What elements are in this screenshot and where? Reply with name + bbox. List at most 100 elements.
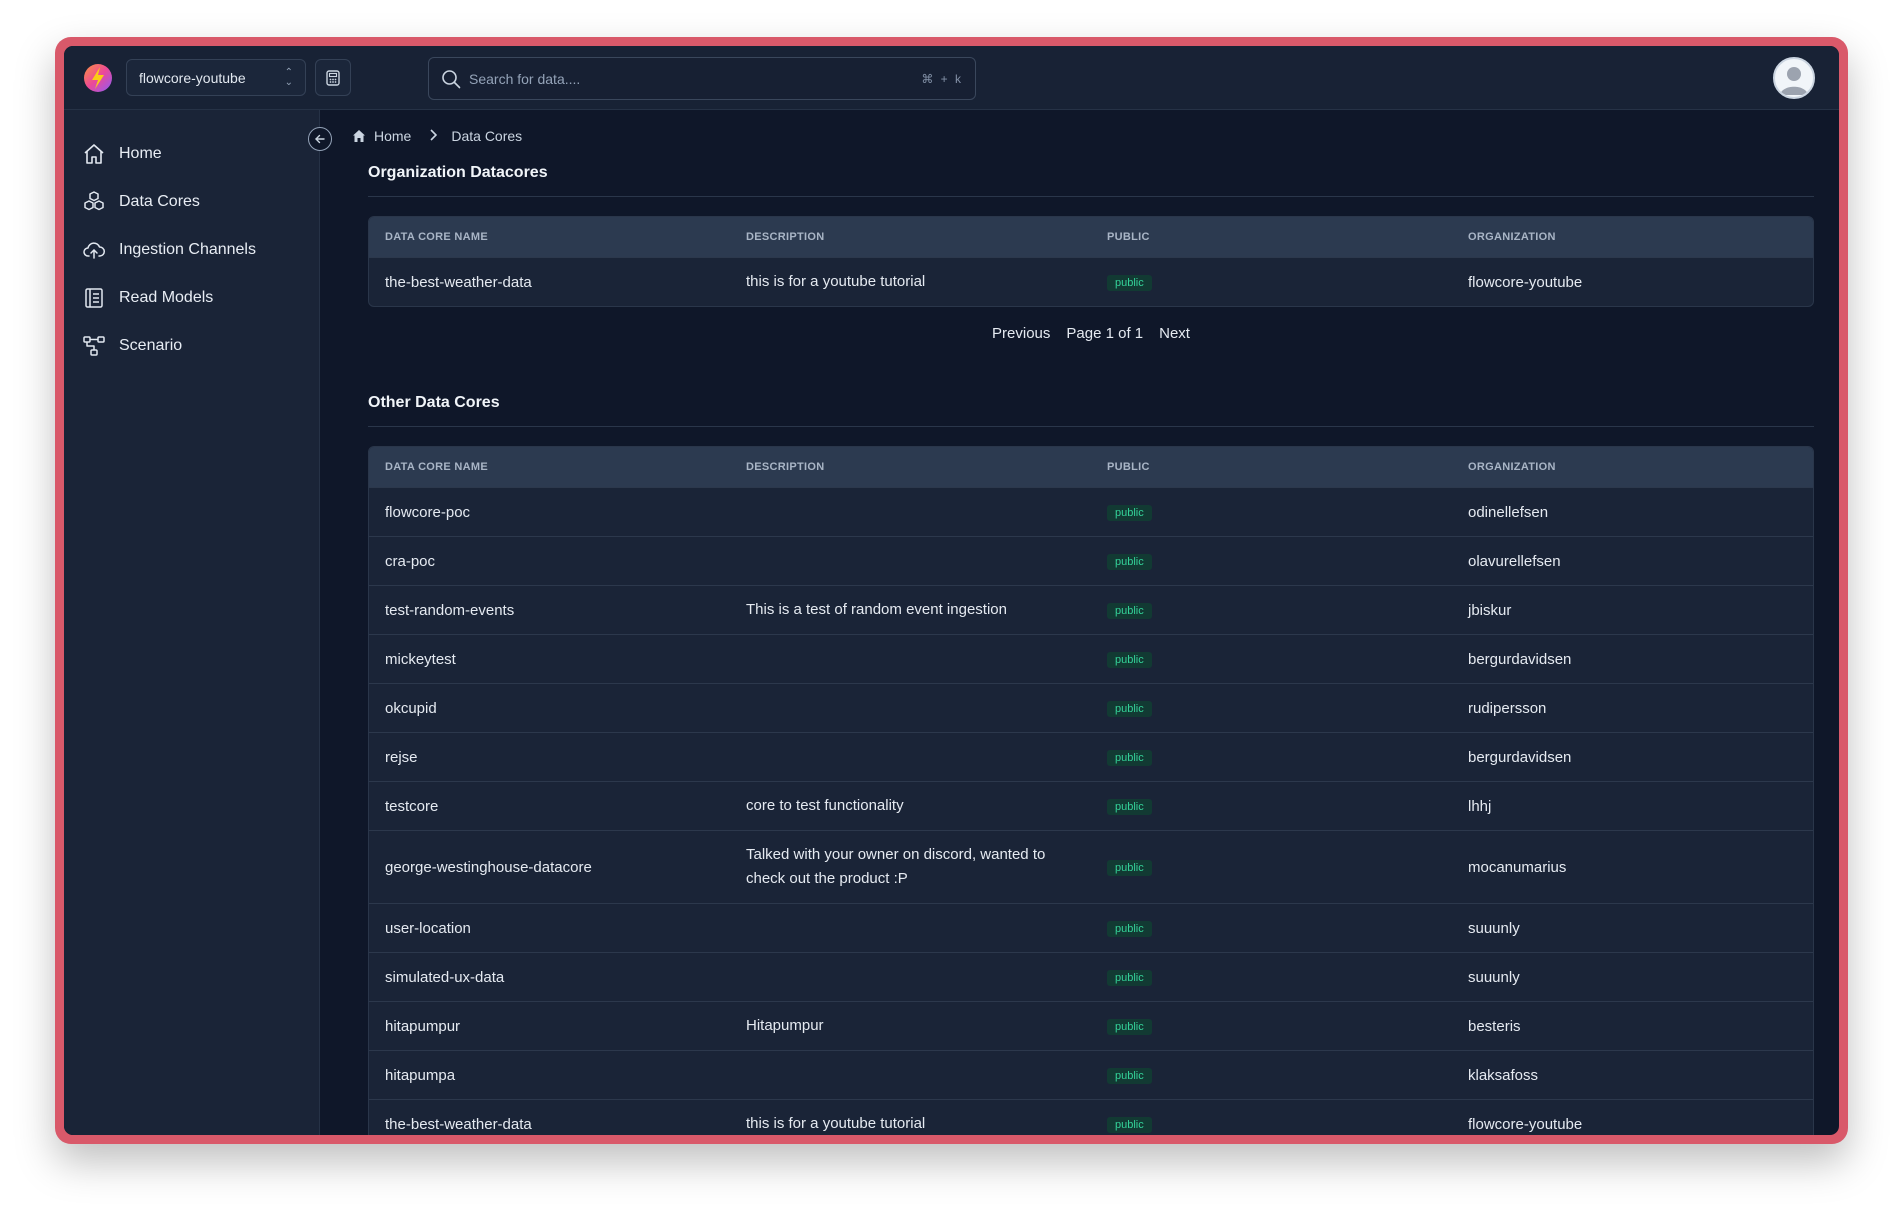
public-badge: public [1107,652,1152,668]
breadcrumb-home-link[interactable]: Home [374,128,411,144]
table-row[interactable]: the-best-weather-data this is for a yout… [369,257,1813,306]
cell-description: Hitapumpur [746,1017,824,1034]
cell-organization: klaksafoss [1468,1066,1539,1084]
chevron-right-icon [429,128,438,144]
cell-name: hitapumpur [385,1017,461,1035]
cell-name: the-best-weather-data [385,1115,532,1133]
public-badge: public [1107,275,1152,291]
section-title-organization: Organization Datacores [368,164,548,181]
cell-name: george-westinghouse-datacore [385,858,592,876]
project-selector-label: flowcore-youtube [139,69,246,86]
cell-description: this is for a youtube tutorial [746,1115,926,1132]
table-row[interactable]: okcupid public rudipersson [369,683,1813,732]
column-header-name[interactable]: DATA CORE NAME [369,231,730,243]
search-placeholder: Search for data.... [469,70,581,87]
public-badge: public [1107,799,1152,815]
table-row[interactable]: flowcore-poc public odinellefsen [369,487,1813,536]
table-row[interactable]: hitapumpur Hitapumpur public besteris [369,1001,1813,1050]
table-row[interactable]: test-random-events This is a test of rand… [369,585,1813,634]
cell-organization: besteris [1468,1017,1521,1035]
cell-organization: jbiskur [1468,601,1512,619]
table-row[interactable]: user-location public suuunly [369,903,1813,952]
column-header-public[interactable]: PUBLIC [1091,461,1452,473]
table-row[interactable]: testcore core to test functionality public… [369,781,1813,830]
project-selector[interactable]: flowcore-youtube ⌃ ⌄ [126,59,306,96]
table-row[interactable]: the-best-weather-data this is for a youtu… [369,1099,1813,1135]
calculator-icon [326,69,340,86]
section-divider [368,426,1814,427]
cell-name: user-location [385,919,471,937]
cell-name: flowcore-poc [385,503,471,521]
sidebar-item-label: Scenario [119,337,183,354]
section-title-other: Other Data Cores [368,394,500,411]
cell-organization: flowcore-youtube [1468,273,1583,291]
table-header: DATA CORE NAME DESCRIPTION PUBLIC ORGANI… [369,447,1813,487]
workflow-icon [83,336,105,356]
public-badge: public [1107,970,1152,986]
other-datacores-table: DATA CORE NAME DESCRIPTION PUBLIC ORGANI… [368,446,1814,1135]
public-badge: public [1107,554,1152,570]
sidebar-item-read-models[interactable]: Read Models [64,274,319,322]
cell-name: okcupid [385,699,437,717]
cell-organization: mocanumarius [1468,858,1567,876]
column-header-name[interactable]: DATA CORE NAME [369,461,730,473]
chevron-up-down-icon: ⌃ ⌄ [284,66,293,88]
cell-organization: lhhj [1468,797,1492,815]
cell-name: hitapumpa [385,1066,456,1084]
calculator-button[interactable] [315,59,351,96]
sidebar-item-label: Ingestion Channels [119,241,256,258]
cell-name: test-random-events [385,601,515,619]
window-frame: flowcore-youtube ⌃ ⌄ Search for data.... … [55,37,1848,1144]
cell-organization: odinellefsen [1468,503,1549,521]
page-indicator: Page 1 of 1 [1066,325,1144,342]
sidebar-item-scenario[interactable]: Scenario [64,322,319,370]
sidebar-item-ingestion-channels[interactable]: Ingestion Channels [64,226,319,274]
cell-description: core to test functionality [746,797,904,814]
home-icon [353,130,365,142]
sidebar-item-label: Read Models [119,289,214,306]
cell-description: This is a test of random event ingestion [746,601,1007,618]
table-row[interactable]: hitapumpa public klaksafoss [369,1050,1813,1099]
cloud-upload-icon [83,242,105,259]
table-row[interactable]: mickeytest public bergurdavidsen [369,634,1813,683]
column-header-description[interactable]: DESCRIPTION [730,225,1091,249]
sidebar-item-home[interactable]: Home [64,130,319,178]
cell-description: Talked with your owner on discord, wante… [746,846,1046,887]
table-row[interactable]: rejse public bergurdavidsen [369,732,1813,781]
top-bar: flowcore-youtube ⌃ ⌄ Search for data.... … [64,46,1839,110]
search-icon [442,69,461,88]
cell-name: cra-poc [385,552,436,570]
collapse-sidebar-button[interactable] [308,127,332,151]
next-page-button[interactable]: Next [1159,325,1190,342]
public-badge: public [1107,750,1152,766]
cubes-icon [84,191,104,211]
previous-page-button[interactable]: Previous [992,325,1050,342]
cell-organization: rudipersson [1468,699,1547,717]
cell-description: this is for a youtube tutorial [746,273,926,290]
public-badge: public [1107,1019,1152,1035]
table-row[interactable]: cra-poc public olavurellefsen [369,536,1813,585]
column-header-public[interactable]: PUBLIC [1091,231,1452,243]
breadcrumb: Home Data Cores [352,128,522,144]
cell-name: rejse [385,748,418,766]
search-input[interactable]: Search for data.... ⌘ + k [428,57,976,100]
column-header-organization[interactable]: ORGANIZATION [1452,231,1813,243]
sidebar-item-label: Home [119,145,162,162]
avatar[interactable] [1773,57,1815,99]
user-icon [1780,67,1808,95]
public-badge: public [1107,603,1152,619]
book-icon [85,288,103,308]
column-header-description[interactable]: DESCRIPTION [730,455,1091,479]
arrow-left-icon [315,134,325,144]
public-badge: public [1107,1117,1152,1133]
table-row[interactable]: george-westinghouse-datacore Talked with … [369,830,1813,903]
table-row[interactable]: simulated-ux-data public suuunly [369,952,1813,1001]
flowcore-logo-icon[interactable] [82,62,114,94]
cell-name: mickeytest [385,650,456,668]
public-badge: public [1107,1068,1152,1084]
breadcrumb-current: Data Cores [451,128,523,144]
table-body: flowcore-poc public odinellefsen cra-poc pub… [369,487,1813,1135]
cell-organization: bergurdavidsen [1468,650,1572,668]
column-header-organization[interactable]: ORGANIZATION [1452,461,1813,473]
sidebar-item-data-cores[interactable]: Data Cores [64,178,319,226]
